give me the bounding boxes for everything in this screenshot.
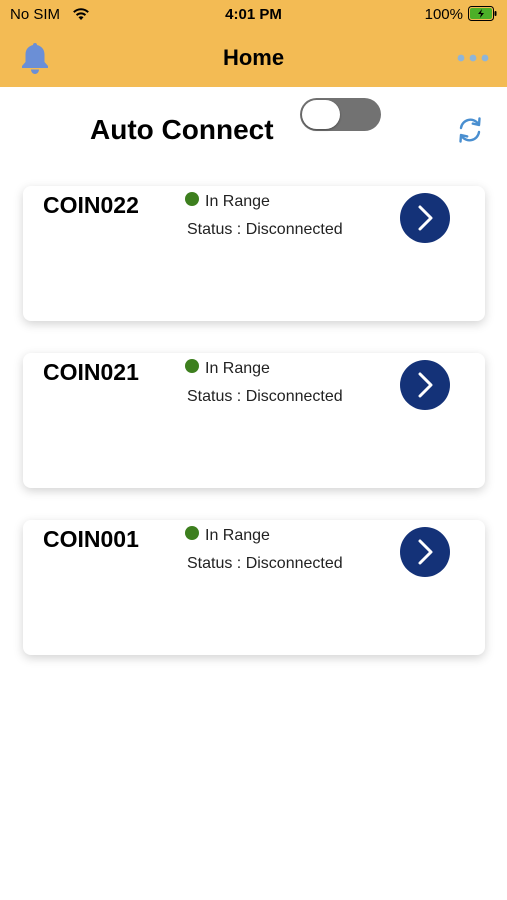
status-label: Status : Disconnected	[187, 221, 343, 238]
battery-icon	[468, 6, 497, 21]
chevron-right-icon	[418, 205, 433, 231]
battery-percent: 100%	[424, 6, 463, 23]
toggle-knob	[302, 100, 340, 129]
chevron-right-icon	[418, 539, 433, 565]
auto-connect-toggle[interactable]	[300, 98, 381, 131]
open-device-button[interactable]	[400, 193, 450, 243]
app-header: No SIM 4:01 PM 100% Home	[0, 0, 507, 87]
device-name: COIN021	[43, 359, 139, 385]
chevron-right-icon	[418, 372, 433, 398]
in-range-indicator-icon	[185, 192, 199, 206]
more-icon[interactable]	[457, 54, 489, 62]
range-label: In Range	[205, 360, 270, 377]
open-device-button[interactable]	[400, 527, 450, 577]
range-label: In Range	[205, 527, 270, 544]
refresh-icon[interactable]	[455, 115, 485, 145]
device-card[interactable]: COIN021 In Range Status : Disconnected	[23, 353, 485, 488]
open-device-button[interactable]	[400, 360, 450, 410]
range-label: In Range	[205, 193, 270, 210]
page-title: Home	[222, 45, 285, 70]
device-name: COIN022	[43, 192, 139, 218]
device-card[interactable]: COIN022 In Range Status : Disconnected	[23, 186, 485, 321]
device-card[interactable]: COIN001 In Range Status : Disconnected	[23, 520, 485, 655]
device-name: COIN001	[43, 526, 139, 552]
status-label: Status : Disconnected	[187, 555, 343, 572]
in-range-indicator-icon	[185, 359, 199, 373]
auto-connect-label: Auto Connect	[90, 114, 274, 145]
status-bar: No SIM 4:01 PM 100%	[0, 0, 507, 30]
in-range-indicator-icon	[185, 526, 199, 540]
status-label: Status : Disconnected	[187, 388, 343, 405]
